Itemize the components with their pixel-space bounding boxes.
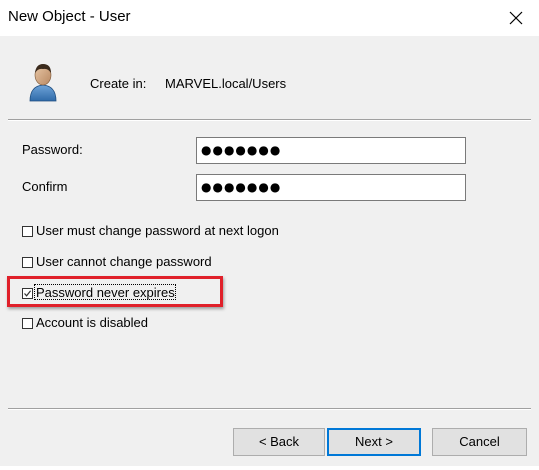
confirm-password-field[interactable]: ●●●●●●● (196, 174, 466, 201)
password-label: Password: (22, 142, 83, 157)
new-object-user-dialog: New Object - User Create in: MARVEL.loca… (0, 0, 539, 470)
cancel-button[interactable]: Cancel (432, 428, 527, 456)
window-title: New Object - User (8, 8, 131, 25)
divider-bottom (8, 408, 531, 410)
password-field[interactable]: ●●●●●●● (196, 137, 466, 164)
checkbox[interactable] (22, 226, 33, 237)
checkbox[interactable] (22, 257, 33, 268)
option-label: Account is disabled (36, 315, 149, 330)
option-label: User must change password at next logon (36, 223, 279, 238)
back-button[interactable]: < Back (233, 428, 325, 456)
red-highlight-annotation (7, 276, 223, 307)
user-icon (29, 64, 57, 102)
title-bar[interactable]: New Object - User (0, 0, 539, 36)
close-icon (509, 11, 523, 25)
divider-top (8, 119, 531, 121)
create-in-path: MARVEL.local/Users (165, 76, 287, 91)
next-button[interactable]: Next > (327, 428, 421, 456)
confirm-label: Confirm (22, 179, 68, 194)
create-in-label: Create in: (90, 76, 147, 91)
option-label: User cannot change password (36, 254, 212, 269)
checkbox[interactable] (22, 318, 33, 329)
bottom-edge (0, 466, 539, 470)
header-row: Create in: MARVEL.local/Users (0, 36, 539, 120)
close-button[interactable] (493, 0, 539, 36)
